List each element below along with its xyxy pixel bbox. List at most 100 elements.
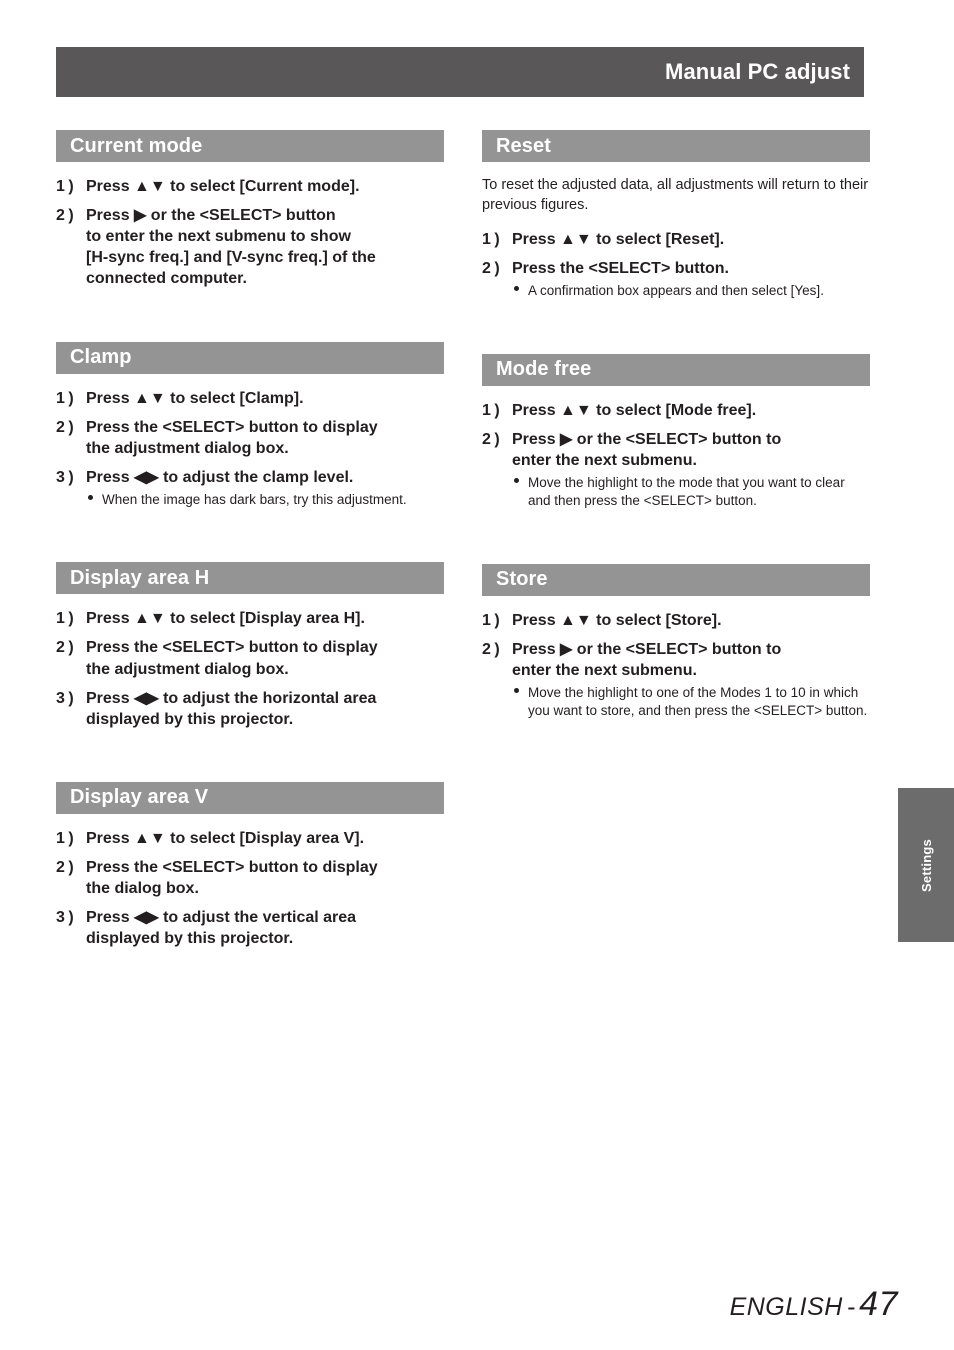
step-item: 1 ) Press ▲▼ to select [Reset]. xyxy=(482,229,870,250)
step-body: Press ▲▼ to select [Store]. xyxy=(512,610,870,631)
step-text-line: the dialog box. xyxy=(86,880,199,898)
left-column: Current mode 1 ) Press ▲▼ to select [Curre… xyxy=(56,130,444,957)
side-tab-label: Settings xyxy=(918,838,934,892)
step-item: 2 ) Press the <SELECT> button to display t… xyxy=(56,857,444,899)
section-title: Current mode xyxy=(70,134,203,157)
step-number: 1 ) xyxy=(482,611,500,629)
step-list: 1 ) Press ▲▼ to select [Display area H]. 2… xyxy=(56,608,444,730)
section-title: Reset xyxy=(496,134,551,157)
bullet-dot-icon xyxy=(514,286,519,292)
step-number: 3 ) xyxy=(56,468,74,486)
step-list: 1 ) Press ▲▼ to select [Current mode]. 2 )… xyxy=(56,176,444,290)
step-text-line: Press ▶ or the <SELECT> button to xyxy=(512,430,782,448)
step-item: 2 ) Press the <SELECT> button to display t… xyxy=(56,637,444,679)
note-item: Move the highlight to the mode that you … xyxy=(512,474,870,511)
step-text-line: connected computer. xyxy=(86,270,247,288)
step-list: 1 ) Press ▲▼ to select [Reset]. 2 ) Press t… xyxy=(482,229,870,302)
step-body: Press ◀▶ to adjust the horizontal area di… xyxy=(86,688,444,730)
section-intro-text: To reset the adjusted data, all adjustme… xyxy=(482,177,869,213)
footer-language: ENGLISH xyxy=(729,1293,843,1321)
step-text-line: Press the <SELECT> button. xyxy=(512,260,729,278)
step-body: Press ▲▼ to select [Display area H]. xyxy=(86,608,444,629)
step-text-line: Press ▲▼ to select [Clamp]. xyxy=(86,389,304,407)
step-number: 3 ) xyxy=(56,909,74,927)
note-list: A confirmation box appears and then sele… xyxy=(512,282,870,300)
section-header-current-mode: Current mode xyxy=(56,130,444,162)
step-body: Press ▲▼ to select [Display area V]. xyxy=(86,828,444,849)
step-text-line: the adjustment dialog box. xyxy=(86,439,289,457)
step-body: Press the <SELECT> button to display the … xyxy=(86,857,444,899)
right-column: Reset To reset the adjusted data, all adj… xyxy=(482,130,870,730)
step-list: 1 ) Press ▲▼ to select [Mode free]. 2 ) Pre… xyxy=(482,400,870,512)
step-text-line: Press the <SELECT> button to display xyxy=(86,639,378,657)
step-item: 2 ) Press ▶ or the <SELECT> button to ente… xyxy=(482,639,870,722)
section-title: Display area V xyxy=(70,786,209,809)
section-header-mode-free: Mode free xyxy=(482,353,870,386)
step-text-line: Press the <SELECT> button to display xyxy=(86,859,378,876)
step-number: 1 ) xyxy=(56,178,74,195)
step-item: 2 ) Press ▶ or the <SELECT> button to ente… xyxy=(56,205,444,289)
step-list: 1 ) Press ▲▼ to select [Store]. 2 ) Press ▶… xyxy=(482,610,870,722)
step-item: 3 ) Press ◀▶ to adjust the horizontal are… xyxy=(56,688,444,730)
section-header-reset: Reset xyxy=(482,130,870,162)
step-text-line: Press ▲▼ to select [Store]. xyxy=(512,611,722,629)
step-text-line: Press ▲▼ to select [Display area V]. xyxy=(86,829,365,847)
step-item: 1 ) Press ▲▼ to select [Display area H]. xyxy=(56,608,444,629)
page-title: Manual PC adjust xyxy=(665,59,850,84)
step-number: 2 ) xyxy=(56,859,74,876)
step-number: 3 ) xyxy=(56,689,74,707)
step-text-line: Press ▲▼ to select [Reset]. xyxy=(512,231,725,248)
section-title: Store xyxy=(496,568,548,591)
step-body: Press ▶ or the <SELECT> button to enter t… xyxy=(512,639,870,722)
step-item: 1 ) Press ▲▼ to select [Store]. xyxy=(482,610,870,631)
step-item: 2 ) Press ▶ or the <SELECT> button to ente… xyxy=(482,429,870,512)
step-number: 1 ) xyxy=(482,231,500,248)
step-number: 2 ) xyxy=(56,639,74,657)
step-body: Press the <SELECT> button to display the … xyxy=(86,417,444,459)
page-header-bar: Manual PC adjust xyxy=(56,47,864,97)
section-header-display-area-h: Display area H xyxy=(56,562,444,595)
step-body: Press ▶ or the <SELECT> button to enter t… xyxy=(512,429,870,512)
note-list: Move the highlight to one of the Modes 1… xyxy=(512,684,870,721)
step-number: 1 ) xyxy=(482,401,500,419)
note-list: When the image has dark bars, try this a… xyxy=(86,491,444,509)
step-text-line: enter the next submenu. xyxy=(512,451,697,469)
step-text-line: enter the next submenu. xyxy=(512,661,697,679)
note-text: Move the highlight to the mode that you … xyxy=(528,474,845,509)
note-item: When the image has dark bars, try this a… xyxy=(86,491,444,509)
step-text-line: [H-sync freq.] and [V-sync freq.] of the xyxy=(86,249,376,267)
step-body: Press ◀▶ to adjust the clamp level. When … xyxy=(86,467,444,510)
note-item: A confirmation box appears and then sele… xyxy=(512,282,870,300)
note-text: When the image has dark bars, try this a… xyxy=(102,491,407,507)
side-tab-settings[interactable]: Settings xyxy=(898,788,954,942)
step-body: Press ▶ or the <SELECT> button to enter t… xyxy=(86,205,444,289)
step-number: 2 ) xyxy=(482,260,500,278)
step-text-line: Press the <SELECT> button to display xyxy=(86,418,378,436)
bullet-dot-icon xyxy=(514,477,519,483)
step-text-line: displayed by this projector. xyxy=(86,930,294,948)
step-body: Press ▲▼ to select [Mode free]. xyxy=(512,400,870,421)
step-item: 1 ) Press ▲▼ to select [Display area V]. xyxy=(56,828,444,849)
footer-separator: - xyxy=(846,1293,856,1321)
bullet-dot-icon xyxy=(514,688,519,693)
step-text-line: Press ▲▼ to select [Mode free]. xyxy=(512,401,757,419)
step-number: 2 ) xyxy=(56,207,74,225)
step-item: 3 ) Press ◀▶ to adjust the vertical area d… xyxy=(56,907,444,949)
step-number: 1 ) xyxy=(56,829,74,847)
step-body: Press ▲▼ to select [Reset]. xyxy=(512,229,870,250)
section-title: Mode free xyxy=(496,358,592,381)
note-list: Move the highlight to the mode that you … xyxy=(512,474,870,511)
step-number: 1 ) xyxy=(56,389,74,407)
section-title: Clamp xyxy=(70,346,132,369)
section-title: Display area H xyxy=(70,566,210,589)
note-text: A confirmation box appears and then sele… xyxy=(528,283,824,299)
step-text-line: to enter the next submenu to show xyxy=(86,228,351,246)
step-text-line: Press ▶ or the <SELECT> button to xyxy=(512,640,782,658)
step-text-line: Press ◀▶ to adjust the vertical area xyxy=(86,909,357,927)
step-item: 3 ) Press ◀▶ to adjust the clamp level. Wh… xyxy=(56,467,444,510)
step-body: Press the <SELECT> button. A confirmation… xyxy=(512,258,870,301)
step-number: 2 ) xyxy=(482,640,500,658)
